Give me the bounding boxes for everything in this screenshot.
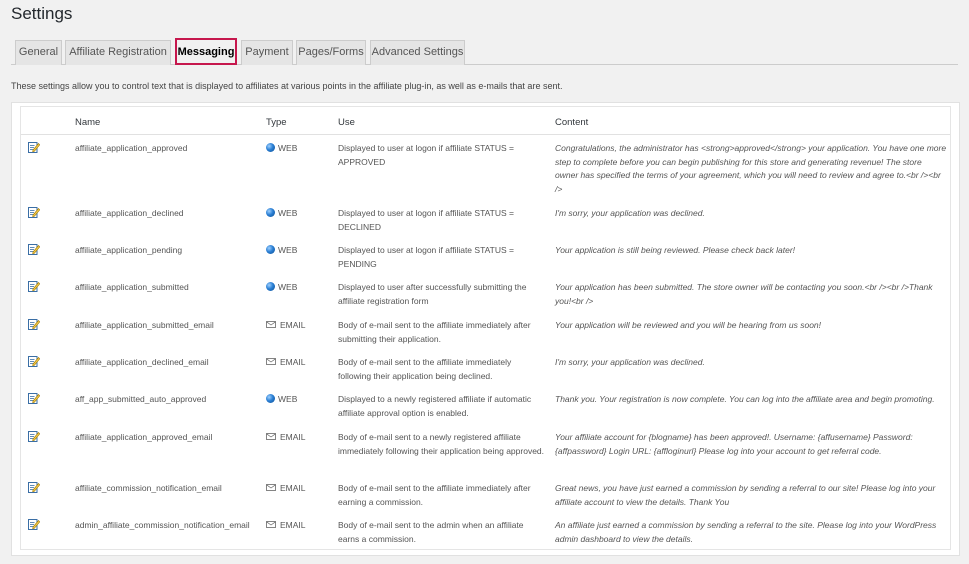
- message-type: WEB: [266, 207, 336, 221]
- column-header-type: Type: [266, 117, 287, 128]
- message-type-label: EMAIL: [280, 520, 306, 530]
- message-use: Displayed to user at logon if affiliate …: [338, 208, 514, 232]
- message-name: affiliate_application_pending: [75, 245, 183, 255]
- edit-icon[interactable]: [28, 481, 41, 493]
- edit-icon[interactable]: [28, 518, 41, 530]
- message-use: Body of e-mail sent to the admin when an…: [338, 520, 524, 544]
- envelope-icon: [266, 482, 280, 496]
- message-content: I'm sorry, your application was declined…: [555, 208, 705, 218]
- message-name: affiliate_application_submitted: [75, 282, 189, 292]
- message-content: Your application has been submitted. The…: [555, 282, 933, 306]
- message-name: affiliate_application_approved_email: [75, 432, 213, 442]
- column-header-content: Content: [555, 117, 589, 128]
- message-type-label: WEB: [278, 208, 298, 218]
- edit-icon[interactable]: [28, 430, 41, 442]
- message-type: WEB: [266, 142, 336, 156]
- envelope-icon: [266, 356, 280, 370]
- message-type-label: WEB: [278, 143, 298, 153]
- tab-pages-forms[interactable]: Pages/Forms: [296, 40, 366, 65]
- message-content: Congratulations, the administrator has <…: [555, 143, 947, 194]
- message-use: Displayed to user after successfully sub…: [338, 282, 527, 306]
- table-header: Name Type Use Content: [21, 107, 950, 135]
- message-content: Great news, you have just earned a commi…: [555, 483, 936, 507]
- message-content: Your affiliate account for {blogname} ha…: [555, 432, 913, 456]
- edit-icon[interactable]: [28, 318, 41, 330]
- message-name: aff_app_submitted_auto_approved: [75, 394, 207, 404]
- message-content: Your application is still being reviewed…: [555, 245, 796, 255]
- edit-icon[interactable]: [28, 243, 41, 255]
- message-use: Displayed to a newly registered affiliat…: [338, 394, 532, 418]
- message-type-label: EMAIL: [280, 357, 306, 367]
- edit-icon[interactable]: [28, 141, 41, 153]
- message-type-label: WEB: [278, 282, 298, 292]
- tab-messaging[interactable]: Messaging: [175, 38, 237, 65]
- message-content: An affiliate just earned a commission by…: [555, 520, 937, 544]
- message-use: Body of e-mail sent to the affiliate imm…: [338, 483, 531, 507]
- message-type: EMAIL: [266, 356, 336, 370]
- tab-affiliate-registration[interactable]: Affiliate Registration: [65, 40, 171, 65]
- message-content: I'm sorry, your application was declined…: [555, 357, 705, 367]
- edit-icon[interactable]: [28, 206, 41, 218]
- tab-payment[interactable]: Payment: [241, 40, 293, 65]
- message-content: Thank you. Your registration is now comp…: [555, 394, 935, 404]
- message-type: EMAIL: [266, 431, 336, 445]
- column-header-name: Name: [75, 117, 101, 128]
- settings-tabs: General Affiliate Registration Messaging…: [11, 38, 958, 65]
- edit-icon[interactable]: [28, 392, 41, 404]
- globe-icon: [266, 245, 275, 254]
- message-type-label: WEB: [278, 394, 298, 404]
- globe-icon: [266, 282, 275, 291]
- message-type-label: WEB: [278, 245, 298, 255]
- message-use: Body of e-mail sent to a newly registere…: [338, 432, 545, 456]
- message-use: Displayed to user at logon if affiliate …: [338, 143, 514, 167]
- message-name: admin_affiliate_commission_notification_…: [75, 520, 250, 530]
- message-type: WEB: [266, 393, 336, 407]
- message-name: affiliate_application_approved: [75, 143, 188, 153]
- message-use: Displayed to user at logon if affiliate …: [338, 245, 514, 269]
- envelope-icon: [266, 319, 280, 333]
- edit-icon[interactable]: [28, 280, 41, 292]
- message-type: EMAIL: [266, 519, 336, 533]
- message-name: affiliate_application_declined_email: [75, 357, 209, 367]
- messages-table-panel: Name Type Use Content affiliate_applicat…: [11, 102, 960, 556]
- message-name: affiliate_commission_notification_email: [75, 483, 222, 493]
- message-type-label: EMAIL: [280, 432, 306, 442]
- column-header-use: Use: [338, 117, 355, 128]
- message-type-label: EMAIL: [280, 483, 306, 493]
- message-content: Your application will be reviewed and yo…: [555, 320, 822, 330]
- page-title: Settings: [11, 4, 73, 23]
- message-type: EMAIL: [266, 482, 336, 496]
- tab-general[interactable]: General: [15, 40, 62, 65]
- tab-advanced-settings[interactable]: Advanced Settings: [370, 40, 465, 65]
- message-type: WEB: [266, 281, 336, 295]
- message-use: Body of e-mail sent to the affiliate imm…: [338, 320, 531, 344]
- message-type: WEB: [266, 244, 336, 258]
- edit-icon[interactable]: [28, 355, 41, 367]
- globe-icon: [266, 394, 275, 403]
- envelope-icon: [266, 519, 280, 533]
- envelope-icon: [266, 431, 280, 445]
- message-use: Body of e-mail sent to the affiliate imm…: [338, 357, 512, 381]
- globe-icon: [266, 143, 275, 152]
- messages-table: Name Type Use Content affiliate_applicat…: [20, 106, 951, 550]
- globe-icon: [266, 208, 275, 217]
- settings-description: These settings allow you to control text…: [11, 81, 563, 91]
- message-type-label: EMAIL: [280, 320, 306, 330]
- message-name: affiliate_application_submitted_email: [75, 320, 214, 330]
- message-type: EMAIL: [266, 319, 336, 333]
- message-name: affiliate_application_declined: [75, 208, 184, 218]
